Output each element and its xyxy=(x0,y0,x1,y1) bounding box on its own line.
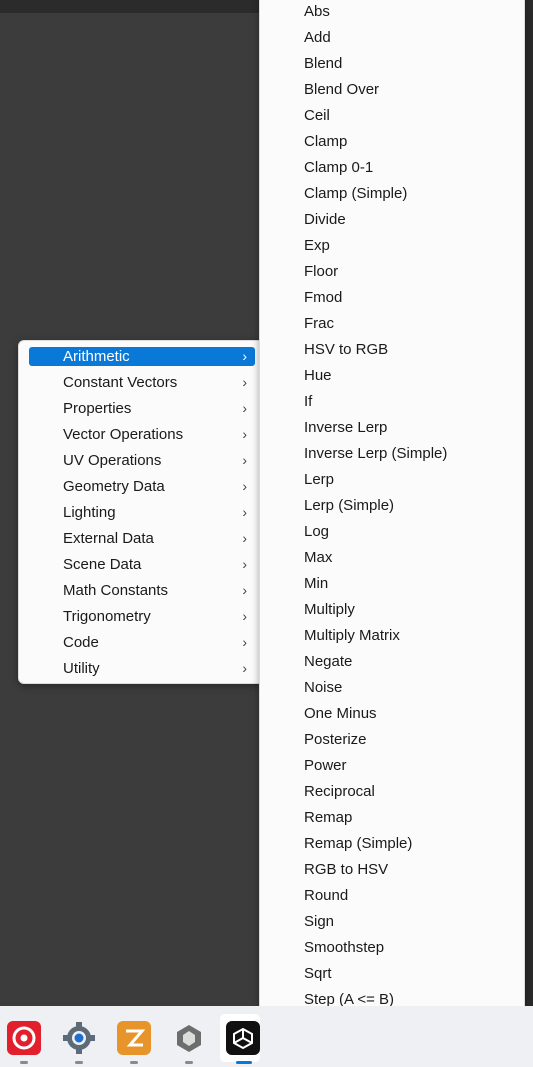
submenu-item[interactable]: Frac xyxy=(304,314,334,334)
submenu-item[interactable]: Remap xyxy=(304,808,352,828)
chevron-right-icon: › xyxy=(242,348,247,364)
category-item-label: Trigonometry xyxy=(63,608,151,625)
app-orange-icon[interactable] xyxy=(117,1021,151,1055)
submenu-item[interactable]: Add xyxy=(304,28,331,48)
category-item-label: UV Operations xyxy=(63,452,162,469)
chevron-right-icon: › xyxy=(242,660,247,676)
unity-hub-icon[interactable] xyxy=(172,1021,206,1055)
running-indicator xyxy=(185,1061,193,1064)
category-item[interactable]: Arithmetic › xyxy=(29,347,255,366)
category-item[interactable]: Vector Operations › xyxy=(29,425,255,444)
submenu-item[interactable]: Lerp (Simple) xyxy=(304,496,394,516)
submenu-item[interactable]: If xyxy=(304,392,312,412)
submenu-item[interactable]: Reciprocal xyxy=(304,782,375,802)
submenu-item[interactable]: Multiply xyxy=(304,600,355,620)
chevron-right-icon: › xyxy=(242,452,247,468)
chevron-right-icon: › xyxy=(242,582,247,598)
active-app-indicator xyxy=(236,1061,252,1064)
category-item-label: Math Constants xyxy=(63,582,169,599)
chevron-right-icon: › xyxy=(242,608,247,624)
category-item[interactable]: Code › xyxy=(29,633,255,652)
submenu-item[interactable]: Negate xyxy=(304,652,352,672)
category-item[interactable]: Math Constants › xyxy=(29,581,255,600)
submenu-item[interactable]: Abs xyxy=(304,2,330,22)
submenu-item[interactable]: HSV to RGB xyxy=(304,340,388,360)
category-item[interactable]: Geometry Data › xyxy=(29,477,255,496)
chevron-right-icon: › xyxy=(242,556,247,572)
category-item[interactable]: Constant Vectors › xyxy=(29,373,255,392)
category-item[interactable]: Scene Data › xyxy=(29,555,255,574)
settings-gear-icon[interactable] xyxy=(62,1021,96,1055)
category-item[interactable]: Lighting › xyxy=(29,503,255,522)
submenu-item[interactable]: Posterize xyxy=(304,730,367,750)
submenu-item[interactable]: Log xyxy=(304,522,329,542)
submenu-item[interactable]: Clamp (Simple) xyxy=(304,184,407,204)
category-item-label: Geometry Data xyxy=(63,478,165,495)
submenu-item[interactable]: Hue xyxy=(304,366,332,386)
submenu-item[interactable]: RGB to HSV xyxy=(304,860,388,880)
submenu-item[interactable]: Multiply Matrix xyxy=(304,626,400,646)
submenu-item[interactable]: Blend xyxy=(304,54,342,74)
category-item-label: Properties xyxy=(63,400,132,417)
category-item[interactable]: External Data › xyxy=(29,529,255,548)
chevron-right-icon: › xyxy=(242,426,247,442)
submenu-item[interactable]: Floor xyxy=(304,262,338,282)
chevron-right-icon: › xyxy=(242,400,247,416)
submenu-item[interactable]: Sqrt xyxy=(304,964,332,984)
category-item-label: Lighting xyxy=(63,504,116,521)
category-context-menu: Arithmetic › Constant Vectors › Properties › V… xyxy=(18,340,264,684)
submenu-item[interactable]: Remap (Simple) xyxy=(304,834,412,854)
submenu-item[interactable]: Fmod xyxy=(304,288,342,308)
category-item-label: External Data xyxy=(63,530,154,547)
submenu-item[interactable]: Inverse Lerp (Simple) xyxy=(304,444,447,464)
chevron-right-icon: › xyxy=(242,504,247,520)
chevron-right-icon: › xyxy=(242,634,247,650)
category-item-label: Arithmetic xyxy=(63,348,130,365)
submenu-item[interactable]: Min xyxy=(304,574,328,594)
submenu-item[interactable]: Ceil xyxy=(304,106,330,126)
submenu-item[interactable]: Noise xyxy=(304,678,342,698)
running-indicator xyxy=(75,1061,83,1064)
submenu-item[interactable]: Blend Over xyxy=(304,80,379,100)
running-indicator xyxy=(130,1061,138,1064)
category-item[interactable]: Utility › xyxy=(29,659,255,678)
submenu-item[interactable]: One Minus xyxy=(304,704,377,724)
arithmetic-submenu: Abs Add Blend Blend Over Ceil Clamp Clamp 0-1 C… xyxy=(259,0,525,1063)
category-item[interactable]: Properties › xyxy=(29,399,255,418)
submenu-item[interactable]: Clamp xyxy=(304,132,347,152)
chevron-right-icon: › xyxy=(242,374,247,390)
taskbar xyxy=(0,1006,533,1067)
submenu-item[interactable]: Power xyxy=(304,756,347,776)
submenu-item[interactable]: Inverse Lerp xyxy=(304,418,387,438)
submenu-item[interactable]: Max xyxy=(304,548,332,568)
submenu-item[interactable]: Sign xyxy=(304,912,334,932)
category-item[interactable]: Trigonometry › xyxy=(29,607,255,626)
unity-editor-icon[interactable] xyxy=(226,1021,260,1055)
category-item[interactable]: UV Operations › xyxy=(29,451,255,470)
netease-music-icon[interactable] xyxy=(7,1021,41,1055)
running-indicator xyxy=(20,1061,28,1064)
category-item-label: Vector Operations xyxy=(63,426,184,443)
submenu-item[interactable]: Exp xyxy=(304,236,330,256)
submenu-item[interactable]: Clamp 0-1 xyxy=(304,158,373,178)
chevron-right-icon: › xyxy=(242,478,247,494)
submenu-item[interactable]: Lerp xyxy=(304,470,334,490)
submenu-item[interactable]: Round xyxy=(304,886,348,906)
category-item-label: Utility xyxy=(63,660,100,677)
submenu-item[interactable]: Divide xyxy=(304,210,346,230)
category-item-label: Scene Data xyxy=(63,556,142,573)
category-item-label: Code xyxy=(63,634,99,651)
submenu-item[interactable]: Smoothstep xyxy=(304,938,384,958)
category-item-label: Constant Vectors xyxy=(63,374,178,391)
chevron-right-icon: › xyxy=(242,530,247,546)
